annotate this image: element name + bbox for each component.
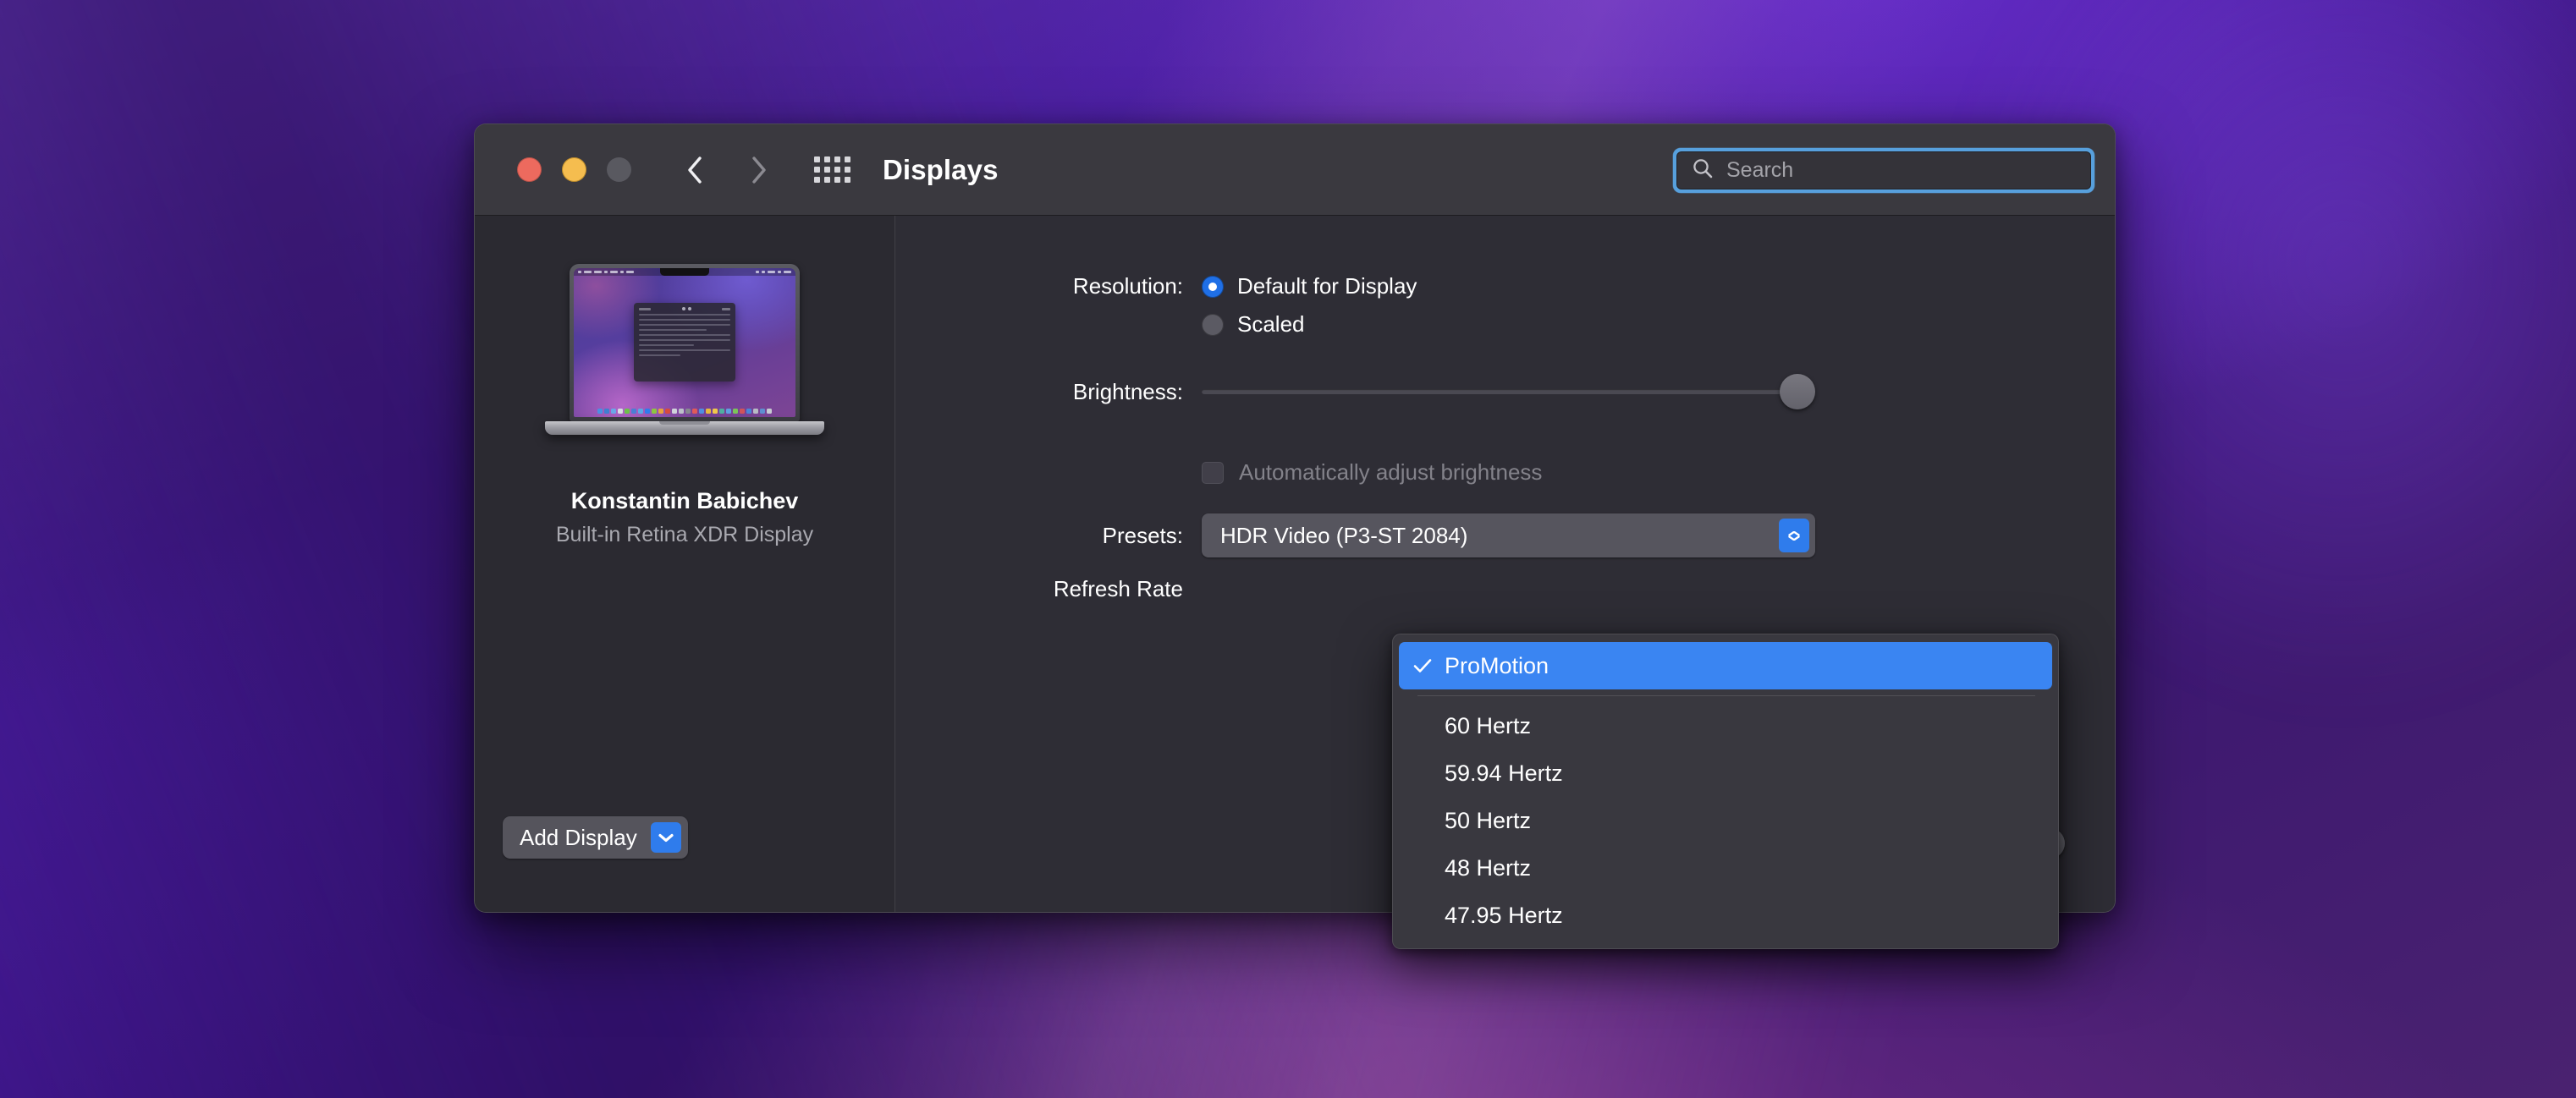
menu-item-50hz[interactable]: 50 Hertz	[1399, 797, 2052, 844]
auto-brightness-checkbox[interactable]	[1202, 462, 1224, 484]
resolution-label: Resolution:	[895, 273, 1183, 299]
menu-item-promotion[interactable]: ProMotion	[1399, 642, 2052, 689]
menu-item-4795hz[interactable]: 47.95 Hertz	[1399, 892, 2052, 939]
menu-item-5994hz[interactable]: 59.94 Hertz	[1399, 749, 2052, 797]
navigation-group	[680, 156, 773, 184]
search-placeholder-text: Search	[1726, 158, 1793, 183]
window-titlebar: Displays Search	[475, 124, 2115, 216]
search-input[interactable]: Search	[1676, 151, 2091, 189]
refresh-rate-dropdown-menu: ProMotion 60 Hertz 59.94 Hertz 50 Hertz …	[1392, 634, 2059, 949]
up-down-chevrons-icon[interactable]	[1779, 519, 1809, 552]
brightness-knob[interactable]	[1780, 374, 1815, 409]
laptop-notch	[660, 268, 709, 276]
resolution-option-scaled[interactable]: Scaled	[1202, 311, 1417, 338]
brightness-row: Brightness:	[895, 378, 2115, 405]
show-all-grid-icon[interactable]	[814, 156, 850, 183]
menu-item-label: 48 Hertz	[1445, 855, 1531, 881]
radio-default-label: Default for Display	[1237, 273, 1417, 299]
brightness-label: Brightness:	[895, 379, 1183, 405]
brightness-slider[interactable]	[1202, 378, 1815, 405]
preview-app-window	[634, 303, 735, 382]
forward-chevron-icon[interactable]	[745, 156, 773, 184]
menu-separator	[1417, 695, 2035, 696]
refresh-rate-label: Refresh Rate	[895, 576, 1183, 602]
menu-item-48hz[interactable]: 48 Hertz	[1399, 844, 2052, 892]
menu-item-label: 59.94 Hertz	[1445, 760, 1563, 787]
laptop-base	[545, 421, 824, 435]
preview-menubar-right	[756, 271, 791, 273]
menu-item-label: ProMotion	[1445, 653, 1549, 679]
resolution-row: Resolution: Default for Display Scaled	[895, 273, 2115, 349]
presets-popup-button[interactable]: HDR Video (P3-ST 2084)	[1202, 513, 1815, 557]
laptop-screen	[574, 268, 795, 417]
menu-item-label: 50 Hertz	[1445, 808, 1531, 834]
resolution-option-default[interactable]: Default for Display	[1202, 273, 1417, 299]
radio-default-for-display[interactable]	[1202, 276, 1224, 298]
preview-dock	[597, 409, 772, 414]
add-display-label: Add Display	[520, 825, 637, 851]
radio-scaled-label: Scaled	[1237, 311, 1305, 338]
refresh-rate-row: Refresh Rate	[895, 576, 2115, 602]
presets-row: Presets: HDR Video (P3-ST 2084)	[895, 513, 2115, 557]
radio-scaled[interactable]	[1202, 314, 1224, 336]
laptop-lid	[570, 264, 800, 421]
display-preview-pane: Konstantin Babichev Built-in Retina XDR …	[475, 216, 895, 912]
search-icon	[1691, 156, 1715, 184]
menu-item-label: 47.95 Hertz	[1445, 903, 1563, 929]
display-name-label: Konstantin Babichev	[475, 488, 894, 514]
grid-dots	[814, 156, 850, 183]
chevron-down-icon[interactable]	[651, 822, 681, 853]
display-type-label: Built-in Retina XDR Display	[475, 523, 894, 547]
add-display-button[interactable]: Add Display	[503, 816, 688, 859]
back-chevron-icon[interactable]	[680, 156, 709, 184]
auto-brightness-row: Automatically adjust brightness	[895, 459, 2115, 486]
preview-menubar-left	[578, 271, 634, 273]
presets-label: Presets:	[895, 523, 1183, 549]
close-button[interactable]	[517, 157, 542, 182]
checkmark-icon	[1412, 658, 1433, 673]
search-focus-ring: Search	[1673, 148, 2094, 193]
zoom-button[interactable]	[607, 157, 631, 182]
menu-item-60hz[interactable]: 60 Hertz	[1399, 702, 2052, 749]
auto-brightness-label: Automatically adjust brightness	[1239, 459, 1542, 486]
presets-selected-value: HDR Video (P3-ST 2084)	[1220, 523, 1467, 549]
resolution-radio-group: Default for Display Scaled	[1202, 273, 1417, 349]
page-title: Displays	[883, 154, 999, 186]
brightness-track	[1202, 389, 1815, 394]
minimize-button[interactable]	[562, 157, 586, 182]
menu-item-label: 60 Hertz	[1445, 713, 1531, 739]
traffic-light-group	[517, 157, 631, 182]
macbook-preview-image[interactable]	[545, 264, 824, 435]
